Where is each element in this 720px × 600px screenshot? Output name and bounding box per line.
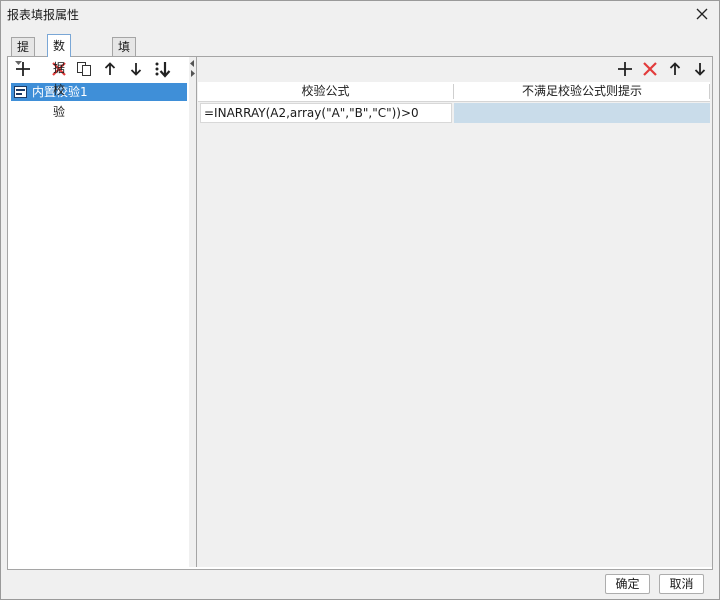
left-toolbar bbox=[8, 57, 189, 81]
column-divider[interactable] bbox=[709, 84, 710, 99]
formula-grid: 校验公式 不满足校验公式则提示 =INARRAY(A2,array("A","B… bbox=[198, 82, 710, 566]
table-row: =INARRAY(A2,array("A","B","C"))>0 bbox=[198, 103, 710, 123]
validation-list: 内置校验1 bbox=[10, 83, 187, 565]
list-item-builtin-validation[interactable]: 内置校验1 bbox=[11, 83, 187, 101]
window-title: 报表填报属性 bbox=[7, 8, 80, 22]
ok-button[interactable]: 确定 bbox=[605, 574, 650, 594]
delete-icon bbox=[643, 62, 657, 76]
move-up-button[interactable] bbox=[101, 60, 119, 78]
tab-submit[interactable]: 提交 bbox=[11, 37, 36, 72]
collapse-left-icon bbox=[190, 60, 194, 67]
close-icon bbox=[696, 8, 708, 20]
copy-icon bbox=[77, 62, 91, 76]
dropdown-arrow-icon bbox=[15, 61, 22, 65]
tab-shortcut-settings[interactable]: 填报快捷键设置 bbox=[112, 37, 137, 162]
list-item-icon bbox=[14, 86, 27, 98]
move-down-icon bbox=[130, 63, 142, 76]
add-formula-button[interactable] bbox=[616, 60, 634, 78]
move-up-icon bbox=[669, 62, 681, 75]
message-cell[interactable] bbox=[454, 103, 710, 123]
move-formula-down-button[interactable] bbox=[691, 60, 709, 78]
move-to-bottom-icon bbox=[155, 62, 171, 78]
pane-splitter[interactable] bbox=[189, 57, 197, 567]
move-up-icon bbox=[104, 62, 116, 75]
move-down-icon bbox=[694, 63, 706, 76]
add-icon bbox=[618, 62, 632, 76]
move-to-bottom-button[interactable] bbox=[153, 60, 173, 78]
move-formula-up-button[interactable] bbox=[666, 60, 684, 78]
formula-cell[interactable]: =INARRAY(A2,array("A","B","C"))>0 bbox=[200, 103, 452, 123]
move-down-button[interactable] bbox=[127, 60, 145, 78]
right-toolbar bbox=[197, 57, 712, 81]
tab-data-validation[interactable]: 数据校验 bbox=[47, 34, 72, 119]
copy-button[interactable] bbox=[75, 60, 93, 78]
grid-header: 校验公式 不满足校验公式则提示 bbox=[198, 82, 710, 102]
delete-formula-button[interactable] bbox=[641, 60, 659, 78]
tab-content-panel: 内置校验1 bbox=[7, 56, 713, 570]
validation-list-pane: 内置校验1 bbox=[8, 57, 190, 567]
column-header-formula[interactable]: 校验公式 bbox=[198, 82, 453, 101]
formula-pane: 校验公式 不满足校验公式则提示 =INARRAY(A2,array("A","B… bbox=[197, 57, 712, 567]
title-bar: 报表填报属性 bbox=[1, 1, 719, 27]
column-header-message[interactable]: 不满足校验公式则提示 bbox=[454, 82, 710, 101]
close-button[interactable] bbox=[691, 3, 713, 25]
add-button[interactable] bbox=[14, 60, 40, 78]
cancel-button[interactable]: 取消 bbox=[659, 574, 704, 594]
dialog-window: 报表填报属性 提交 数据校验 填报快捷键设置 bbox=[0, 0, 720, 600]
collapse-right-icon bbox=[191, 70, 195, 77]
